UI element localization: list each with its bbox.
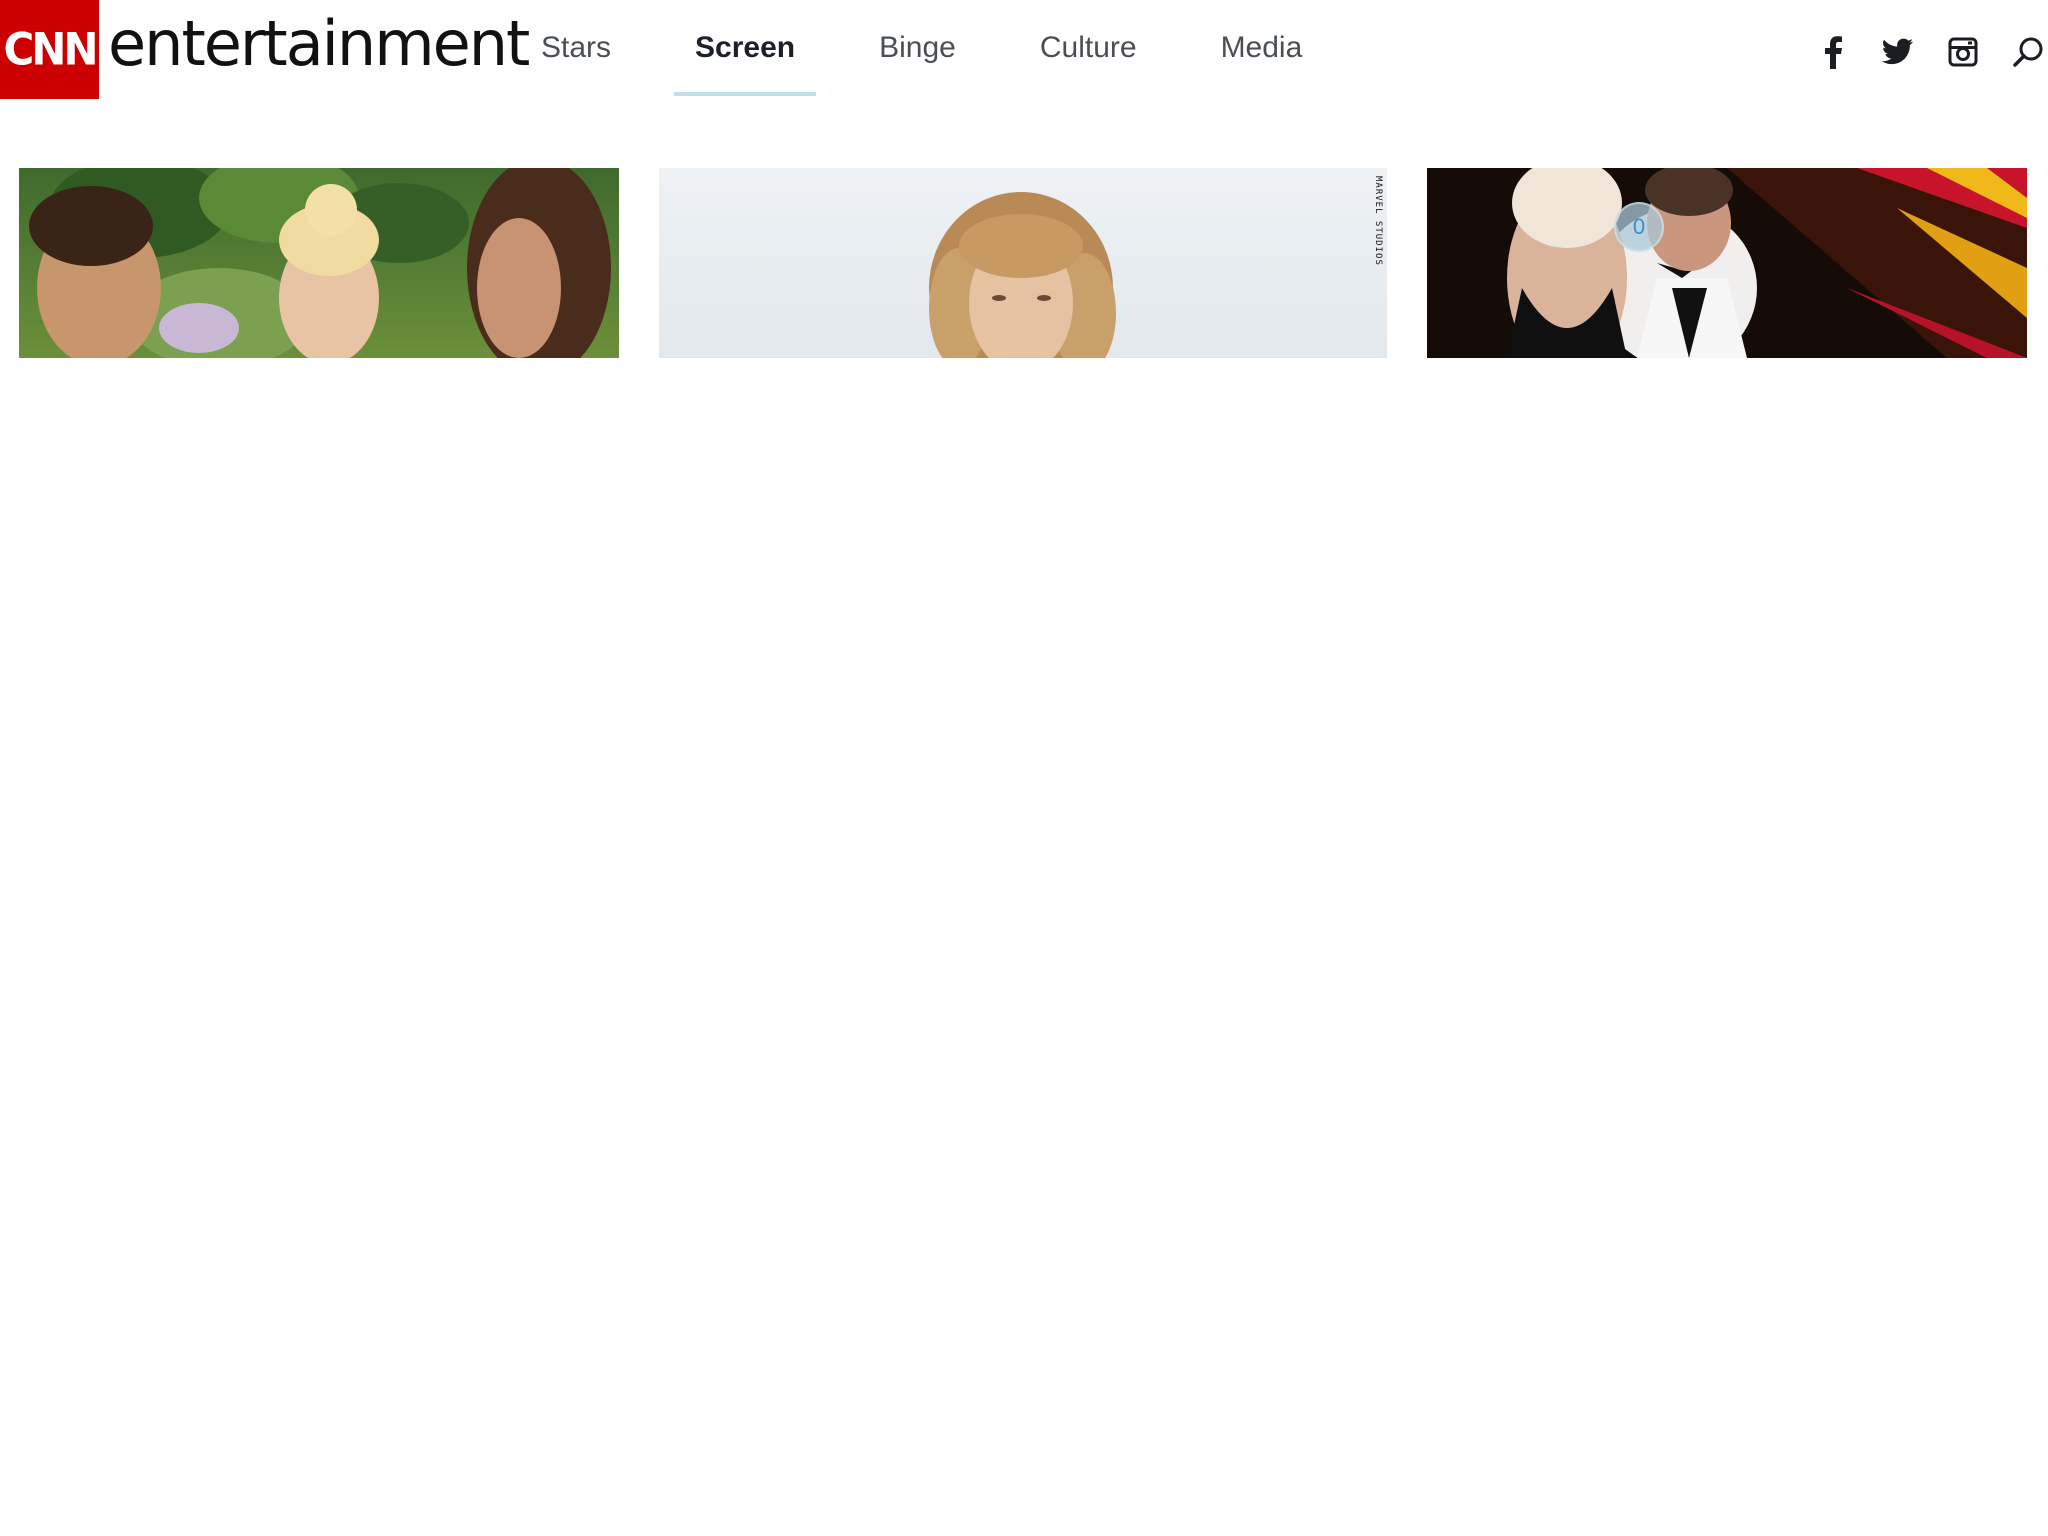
- nav-item-screen[interactable]: Screen: [674, 0, 817, 98]
- twitter-icon[interactable]: [1878, 32, 1918, 72]
- nav-item-binge[interactable]: Binge: [858, 0, 977, 98]
- search-icon[interactable]: [2008, 32, 2048, 72]
- card-row: MARVEL STUDIOS 0: [19, 168, 2029, 358]
- nav-item-culture[interactable]: Culture: [1019, 0, 1158, 98]
- social-links: [1788, 30, 2048, 74]
- photo-credit: MARVEL STUDIOS: [1373, 176, 1383, 266]
- card-image-portrait: [659, 168, 1387, 358]
- article-card-3[interactable]: 0: [1427, 168, 2027, 358]
- article-card-2[interactable]: MARVEL STUDIOS: [659, 168, 1387, 358]
- card-image-couple: [1427, 168, 2027, 358]
- instagram-icon[interactable]: [1943, 32, 1983, 72]
- nav-item-stars[interactable]: Stars: [520, 0, 632, 98]
- section-nav: Stars Screen Binge Culture Media: [520, 0, 1365, 98]
- article-card-1[interactable]: [19, 168, 619, 358]
- nav-item-media[interactable]: Media: [1200, 0, 1324, 98]
- site-header: CNN entertainment Stars Screen Binge Cul…: [0, 0, 2048, 100]
- facebook-icon[interactable]: [1813, 32, 1853, 72]
- card-image-garden: [19, 168, 619, 358]
- cnn-logo-text: CNN: [3, 23, 98, 76]
- gallery-count-badge: 0: [1614, 202, 1664, 252]
- cnn-logo[interactable]: CNN: [0, 0, 99, 99]
- entertainment-wordmark[interactable]: entertainment: [108, 8, 530, 80]
